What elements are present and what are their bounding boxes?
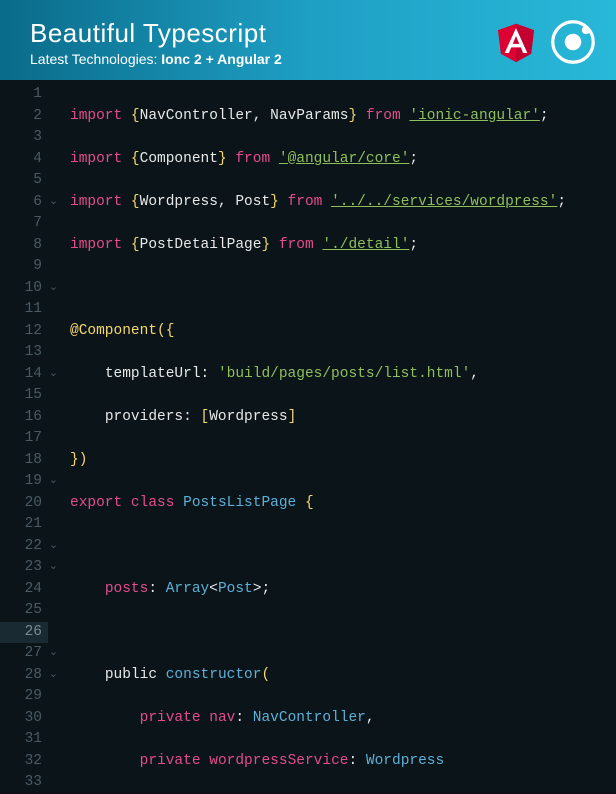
line-number: 17 (0, 428, 48, 450)
line-number: 16 (0, 407, 48, 429)
ionic-icon (550, 19, 596, 65)
page-title: Beautiful Typescript (30, 18, 282, 49)
line-gutter: 1234567891011121314151617181920212223242… (0, 80, 48, 792)
line-number: 6 (0, 192, 48, 214)
line-number: 11 (0, 299, 48, 321)
line-number: 23 (0, 557, 48, 579)
line-number: 33 (0, 772, 48, 794)
line-number: 7 (0, 213, 48, 235)
line-number: 31 (0, 729, 48, 751)
line-number: 8 (0, 235, 48, 257)
line-number: 21 (0, 514, 48, 536)
code-editor[interactable]: 1234567891011121314151617181920212223242… (0, 80, 616, 792)
page-subtitle: Latest Technologies: Ionc 2 + Angular 2 (30, 51, 282, 67)
line-number: 5 (0, 170, 48, 192)
line-number: 14 (0, 364, 48, 386)
code-area[interactable]: import {NavController, NavParams} from '… (48, 80, 616, 792)
header: Beautiful Typescript Latest Technologies… (0, 0, 616, 80)
line-number: 27 (0, 643, 48, 665)
logo-row (492, 17, 596, 67)
line-number: 24 (0, 579, 48, 601)
angular-icon (492, 17, 540, 67)
line-number: 1 (0, 84, 48, 106)
line-number: 9 (0, 256, 48, 278)
line-number: 13 (0, 342, 48, 364)
line-number: 30 (0, 708, 48, 730)
line-number: 26 (0, 622, 48, 644)
line-number: 20 (0, 493, 48, 515)
line-number: 15 (0, 385, 48, 407)
line-number: 19 (0, 471, 48, 493)
line-number: 3 (0, 127, 48, 149)
line-number: 32 (0, 751, 48, 773)
line-number: 4 (0, 149, 48, 171)
line-number: 28 (0, 665, 48, 687)
line-number: 22 (0, 536, 48, 558)
line-number: 29 (0, 686, 48, 708)
line-number: 12 (0, 321, 48, 343)
line-number: 2 (0, 106, 48, 128)
line-number: 18 (0, 450, 48, 472)
line-number: 25 (0, 600, 48, 622)
header-text: Beautiful Typescript Latest Technologies… (30, 18, 282, 67)
line-number: 10 (0, 278, 48, 300)
